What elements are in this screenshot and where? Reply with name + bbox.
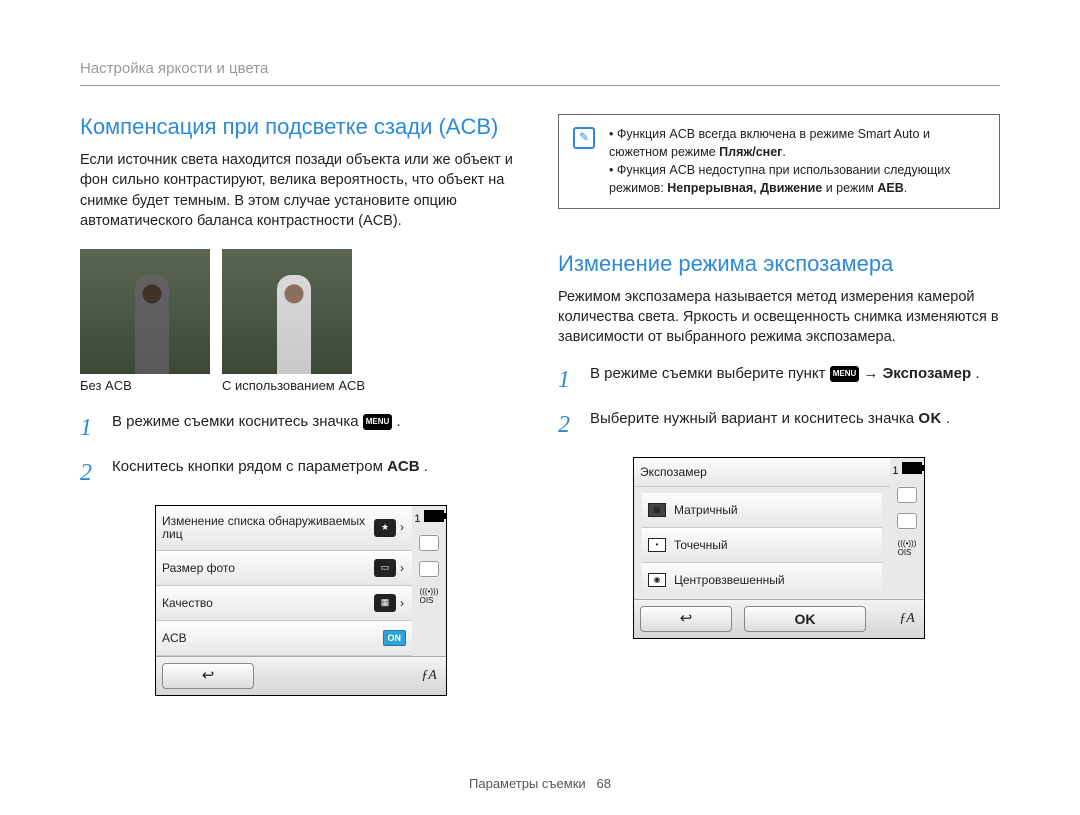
step2-text-pre: Коснитесь кнопки рядом с параметром bbox=[112, 458, 387, 475]
metering-step-1: 1 В режиме съемки выберите пункт MENU → … bbox=[558, 363, 1000, 398]
battery-icon bbox=[902, 462, 922, 474]
acb-note-box: ✎ Функция ACB всегда включена в режиме S… bbox=[558, 114, 1000, 209]
footer-section-label: Параметры съемки bbox=[469, 776, 586, 791]
chevron-right-icon: › bbox=[398, 521, 406, 534]
cam-row-acb[interactable]: ACB ON bbox=[156, 621, 412, 656]
step1-text-pre: В режиме съемки коснитесь значка bbox=[112, 413, 363, 430]
indicator-icon bbox=[419, 535, 439, 551]
indicator-icon bbox=[897, 487, 917, 503]
page-footer: Параметры съемки 68 bbox=[0, 776, 1080, 791]
center-weighted-icon: ◉ bbox=[648, 573, 666, 587]
faces-icon: ★ bbox=[374, 519, 396, 537]
photo-with-acb bbox=[222, 249, 352, 374]
cam-row-label: Качество bbox=[162, 596, 374, 610]
acb-captions: Без ACB С использованием ACB bbox=[80, 378, 522, 393]
back-button[interactable]: ↩ bbox=[640, 606, 732, 632]
step1-text-post: . bbox=[396, 413, 400, 430]
photosize-icon: ▭ bbox=[374, 559, 396, 577]
metering-camera-ui: Экспозамер ▦ Матричный • Точеч bbox=[633, 457, 925, 639]
cam-row-label: ACB bbox=[162, 631, 383, 645]
battery-icon bbox=[424, 510, 444, 522]
acb-step-1: 1 В режиме съемки коснитесь значка MENU … bbox=[80, 411, 522, 446]
note-item-2: Функция ACB недоступна при использовании… bbox=[609, 161, 985, 197]
cam-option-label: Матричный bbox=[674, 503, 738, 517]
acb-photo-row bbox=[80, 249, 522, 374]
step-number: 1 bbox=[80, 411, 98, 446]
metering-heading: Изменение режима экспозамера bbox=[558, 251, 1000, 277]
indicator-icon bbox=[419, 561, 439, 577]
step2-bold: ACB bbox=[387, 458, 420, 475]
cam-option-label: Центровзвешенный bbox=[674, 573, 785, 587]
acb-on-toggle[interactable]: ON bbox=[383, 630, 407, 646]
back-button[interactable]: ↩ bbox=[162, 663, 254, 689]
step1-bold: Экспозамер bbox=[883, 365, 972, 382]
breadcrumb: Настройка яркости и цвета bbox=[80, 60, 1000, 86]
note-item-1: Функция ACB всегда включена в режиме Sma… bbox=[609, 125, 985, 161]
matrix-icon: ▦ bbox=[648, 503, 666, 517]
cam-row-faces[interactable]: Изменение списка обнаруживаемых лиц ★ › bbox=[156, 506, 412, 551]
footer-page-number: 68 bbox=[597, 776, 611, 791]
step1-arrow: → bbox=[863, 365, 882, 382]
cam-top-number: 1 bbox=[892, 465, 898, 477]
acb-heading: Компенсация при подсветке сзади (ACB) bbox=[80, 114, 522, 140]
cam-row-quality[interactable]: Качество ▦ › bbox=[156, 586, 412, 621]
step-number: 2 bbox=[558, 408, 576, 443]
ois-icon: (((•)))OIS bbox=[898, 539, 917, 557]
step2-text-post: . bbox=[424, 458, 428, 475]
step2-text-post: . bbox=[946, 410, 950, 427]
cam-row-label: Размер фото bbox=[162, 561, 374, 575]
cam-side-indicators: 1 (((•)))OIS bbox=[412, 506, 446, 656]
cam-side-indicators: 1 (((•)))OIS bbox=[890, 458, 924, 599]
cam-title: Экспозамер bbox=[640, 465, 707, 479]
ok-label: OK bbox=[918, 410, 942, 427]
step-number: 2 bbox=[80, 456, 98, 491]
metering-option-spot[interactable]: • Точечный bbox=[642, 528, 882, 563]
metering-intro: Режимом экспозамера называется метод изм… bbox=[558, 287, 1000, 348]
photo-without-acb bbox=[80, 249, 210, 374]
step1-text-post: . bbox=[975, 365, 979, 382]
step1-text-pre: В режиме съемки выберите пункт bbox=[590, 365, 830, 382]
menu-icon: MENU bbox=[830, 366, 860, 382]
aperture-label: ƒA bbox=[890, 611, 924, 627]
info-icon: ✎ bbox=[573, 127, 595, 149]
ois-icon: (((•)))OIS bbox=[420, 587, 439, 605]
metering-step-2: 2 Выберите нужный вариант и коснитесь зн… bbox=[558, 408, 1000, 443]
cam-row-photosize[interactable]: Размер фото ▭ › bbox=[156, 551, 412, 586]
chevron-right-icon: › bbox=[398, 561, 406, 575]
menu-icon: MENU bbox=[363, 414, 393, 430]
cam-row-label: Изменение списка обнаруживаемых лиц bbox=[162, 515, 374, 541]
spot-icon: • bbox=[648, 538, 666, 552]
step-number: 1 bbox=[558, 363, 576, 398]
right-column: ✎ Функция ACB всегда включена в режиме S… bbox=[558, 114, 1000, 696]
quality-icon: ▦ bbox=[374, 594, 396, 612]
metering-option-matrix[interactable]: ▦ Матричный bbox=[642, 493, 882, 528]
metering-option-center[interactable]: ◉ Центровзвешенный bbox=[642, 563, 882, 597]
caption-with-acb: С использованием ACB bbox=[222, 378, 365, 393]
indicator-icon bbox=[897, 513, 917, 529]
acb-step-2: 2 Коснитесь кнопки рядом с параметром AC… bbox=[80, 456, 522, 491]
ok-button[interactable]: OK bbox=[744, 606, 866, 632]
left-column: Компенсация при подсветке сзади (ACB) Ес… bbox=[80, 114, 522, 696]
cam-option-label: Точечный bbox=[674, 538, 728, 552]
chevron-right-icon: › bbox=[398, 596, 406, 610]
aperture-label: ƒA bbox=[412, 668, 446, 684]
cam-top-number: 1 bbox=[414, 513, 420, 525]
acb-camera-ui: Изменение списка обнаруживаемых лиц ★ › … bbox=[155, 505, 447, 696]
caption-without-acb: Без ACB bbox=[80, 378, 210, 393]
acb-intro: Если источник света находится позади объ… bbox=[80, 150, 522, 231]
step2-text-pre: Выберите нужный вариант и коснитесь знач… bbox=[590, 410, 918, 427]
